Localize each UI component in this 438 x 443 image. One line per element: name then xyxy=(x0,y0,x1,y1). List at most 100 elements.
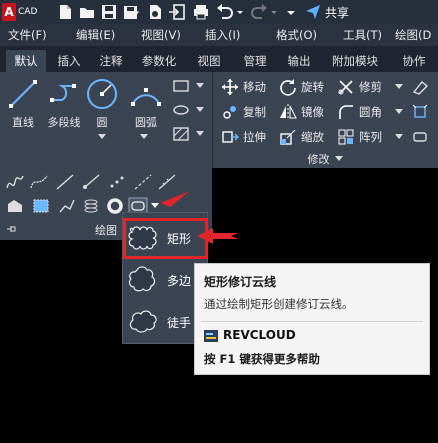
pin-icon[interactable] xyxy=(6,224,16,234)
undo-icon[interactable] xyxy=(216,3,234,21)
tab-insert[interactable]: 插入 xyxy=(50,50,88,72)
tab-parametric[interactable]: 参数化 xyxy=(134,50,184,72)
spline-icon[interactable] xyxy=(6,174,24,190)
trim-tool[interactable]: 修剪 xyxy=(337,78,382,96)
tooltip: 矩形修订云线 通过绘制矩形创建修订云线。 REVCLOUD 按 F1 键获得更多… xyxy=(194,263,430,375)
fillet-tool[interactable]: 圆角 xyxy=(337,103,382,121)
wipeout-icon[interactable] xyxy=(32,198,50,214)
polyline-label: 多段线 xyxy=(47,116,81,129)
line-tool[interactable]: 直线 xyxy=(4,78,42,130)
redo-icon[interactable] xyxy=(250,3,268,21)
menu-tools[interactable]: 工具(T) xyxy=(343,27,382,43)
ellipse-icon[interactable] xyxy=(172,102,190,118)
mirror-icon xyxy=(280,104,297,120)
rotate-label: 旋转 xyxy=(301,80,324,94)
hatch-dropdown-icon[interactable] xyxy=(196,131,204,137)
scale-tool[interactable]: 缩放 xyxy=(279,128,324,146)
rectangle-icon[interactable] xyxy=(172,78,190,94)
measure-icon[interactable] xyxy=(158,174,176,190)
menu-file[interactable]: 文件(F) xyxy=(8,27,47,43)
menu-edit[interactable]: 编辑(E) xyxy=(76,27,115,43)
array-icon xyxy=(338,129,354,145)
save-icon[interactable] xyxy=(100,3,118,21)
redo-dropdown-icon[interactable] xyxy=(270,3,278,21)
trim-icon xyxy=(338,80,353,95)
tooltip-help: 按 F1 键获得更多帮助 xyxy=(204,352,320,366)
fillet-label: 圆角 xyxy=(359,105,382,119)
tab-manage[interactable]: 管理 xyxy=(238,50,272,72)
pointer-arrow-icon xyxy=(160,191,190,207)
ray-icon[interactable] xyxy=(82,174,100,190)
trim-label: 修剪 xyxy=(359,80,382,94)
save-as-icon[interactable] xyxy=(122,3,140,21)
arc-icon xyxy=(131,88,161,106)
array-label: 阵列 xyxy=(359,130,382,144)
arc-dropdown-icon[interactable] xyxy=(140,134,148,140)
import-icon[interactable] xyxy=(168,3,186,21)
fillet-dropdown-icon[interactable] xyxy=(395,109,403,115)
customize-qat-icon[interactable] xyxy=(286,3,296,21)
arc-label: 圆弧 xyxy=(135,116,157,129)
share-label: 共享 xyxy=(325,5,350,20)
hatch-icon[interactable] xyxy=(172,126,190,142)
tooltip-description: 通过绘制矩形创建修订云线。 xyxy=(204,297,354,311)
rotate-tool[interactable]: 旋转 xyxy=(279,78,324,96)
line-label: 直线 xyxy=(12,116,34,129)
modify-panel-label: 修改 xyxy=(307,153,330,166)
fillet-icon xyxy=(339,105,353,119)
array-dropdown-icon[interactable] xyxy=(395,134,403,140)
copy-tool[interactable]: 复制 xyxy=(221,103,266,121)
stretch-tool[interactable]: 拉伸 xyxy=(221,128,266,146)
tab-collaborate[interactable]: 协作 xyxy=(396,50,432,72)
rotate-icon xyxy=(280,79,296,96)
menu-format[interactable]: 格式(O) xyxy=(276,27,317,43)
region-icon[interactable] xyxy=(6,198,24,214)
undo-dropdown-icon[interactable] xyxy=(236,3,244,21)
menu-view[interactable]: 视图(V) xyxy=(141,27,181,43)
move-icon xyxy=(222,79,238,95)
draw-panel-label: 绘图 xyxy=(95,224,117,237)
array-tool[interactable]: 阵列 xyxy=(337,128,382,146)
share-button[interactable]: 共享 xyxy=(305,3,349,21)
scale-icon xyxy=(280,129,296,145)
plot-icon[interactable] xyxy=(192,3,210,21)
stretch-label: 拉伸 xyxy=(243,130,266,144)
move-tool[interactable]: 移动 xyxy=(221,78,266,96)
tab-view[interactable]: 视图 xyxy=(192,50,226,72)
send-icon xyxy=(306,5,320,19)
multiple-points-icon[interactable] xyxy=(108,174,126,190)
mirror-tool[interactable]: 镜像 xyxy=(279,103,324,121)
trim-dropdown-icon[interactable] xyxy=(395,84,403,90)
erase-icon[interactable] xyxy=(411,78,429,96)
web-save-icon[interactable] xyxy=(146,3,164,21)
copy-label: 复制 xyxy=(243,105,266,119)
command-icon xyxy=(204,330,218,342)
tooltip-command: REVCLOUD xyxy=(223,328,296,342)
offset-icon[interactable] xyxy=(411,128,429,146)
app-logo[interactable]: A CAD xyxy=(2,2,42,21)
new-file-icon[interactable] xyxy=(56,3,74,21)
tab-addins[interactable]: 附加模块 xyxy=(326,50,384,72)
helix-icon[interactable] xyxy=(82,198,100,214)
freehand-cloud-icon xyxy=(129,310,157,333)
polyline-tool[interactable]: 多段线 xyxy=(44,78,84,130)
divide-icon[interactable] xyxy=(134,174,152,190)
circle-tool[interactable]: 圆 xyxy=(84,78,120,130)
tab-annotate[interactable]: 注释 xyxy=(92,50,130,72)
construction-line-icon[interactable] xyxy=(56,174,74,190)
circle-icon xyxy=(87,79,117,109)
tab-default[interactable]: 默认 xyxy=(6,50,46,72)
circle-dropdown-icon[interactable] xyxy=(98,134,106,140)
rectangle-dropdown-icon[interactable] xyxy=(196,83,204,89)
ellipse-dropdown-icon[interactable] xyxy=(196,107,204,113)
modify-panel-footer[interactable]: 修改 xyxy=(212,150,438,168)
menu-insert[interactable]: 插入(I) xyxy=(205,27,240,43)
mirror-label: 镜像 xyxy=(301,105,324,119)
arc-tool[interactable]: 圆弧 xyxy=(126,78,166,130)
menu-draw[interactable]: 绘图(D xyxy=(395,27,431,43)
explode-icon[interactable] xyxy=(411,103,429,121)
spline-cv-icon[interactable] xyxy=(30,174,48,190)
open-folder-icon[interactable] xyxy=(78,3,96,21)
tab-output[interactable]: 输出 xyxy=(282,50,316,72)
3d-polyline-icon[interactable] xyxy=(58,198,76,214)
